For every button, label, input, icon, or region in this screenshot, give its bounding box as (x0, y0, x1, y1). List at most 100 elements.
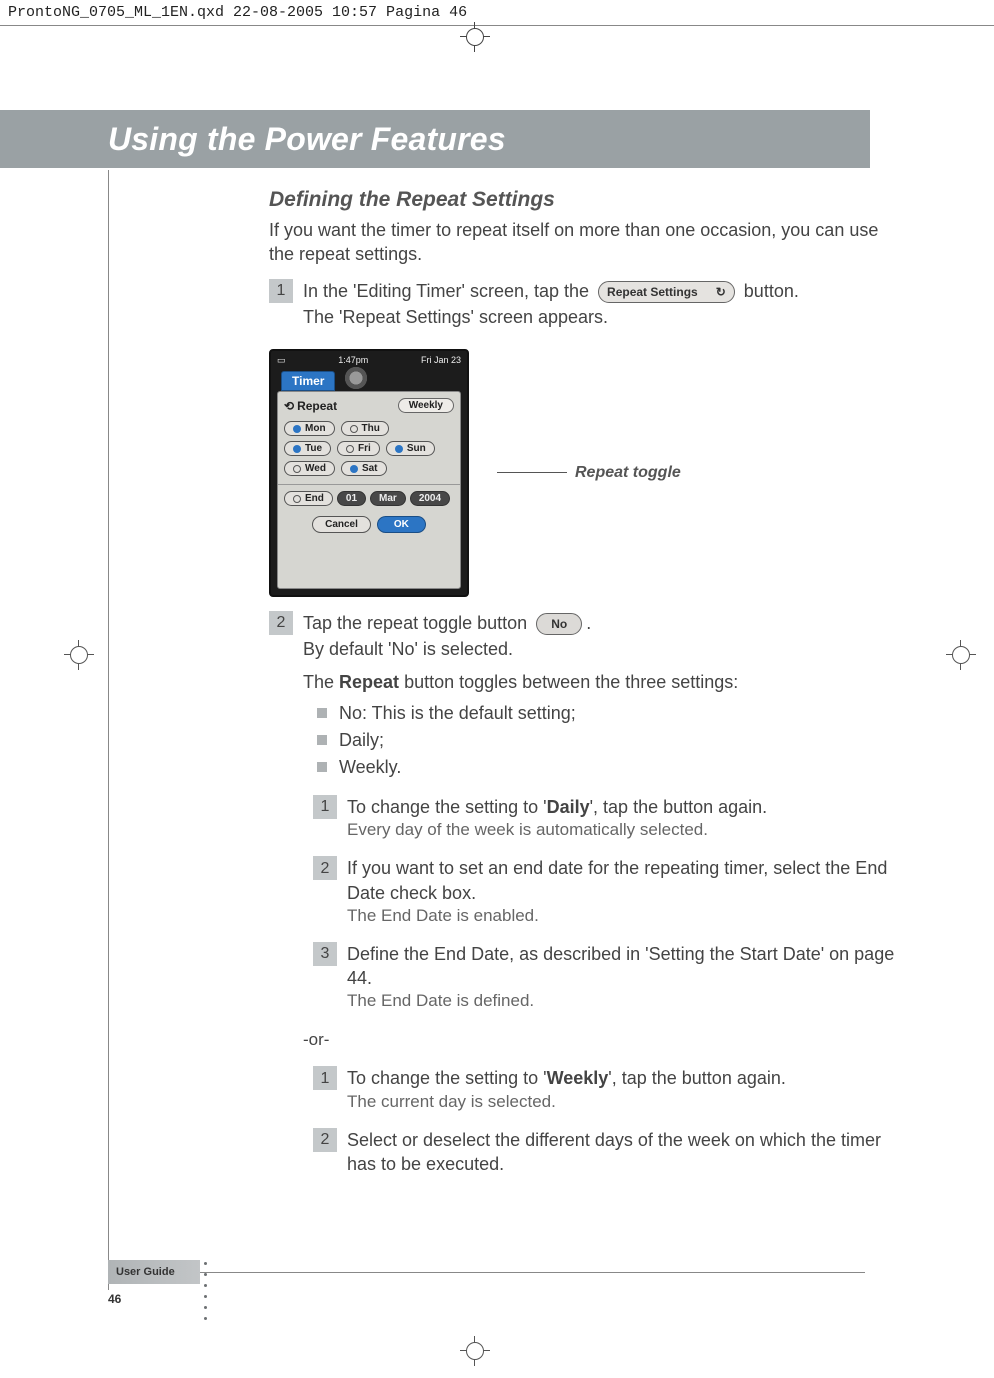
repeat-toggle-value: Weekly (398, 398, 454, 413)
dot-icon (204, 1284, 207, 1287)
end-day: 01 (337, 491, 366, 506)
footer-rule (200, 1272, 865, 1273)
device-buttons: Cancel OK (284, 516, 454, 533)
step-number: 1 (313, 795, 337, 819)
day-mon: Mon (284, 421, 335, 436)
radio-on-icon (293, 425, 301, 433)
daily-substeps: 1 To change the setting to 'Daily', tap … (313, 795, 904, 1013)
daily-step-2: 2 If you want to set an end date for the… (313, 856, 904, 928)
weekly-step-2: 2 Select or deselect the different days … (313, 1128, 904, 1177)
recycle-icon: ↻ (716, 284, 726, 300)
footer-tab: User Guide (108, 1260, 200, 1284)
daily-step-3: 3 Define the End Date, as described in '… (313, 942, 904, 1014)
day-thu: Thu (341, 421, 389, 436)
substep-sub: The current day is selected. (347, 1091, 786, 1114)
page-number: 46 (108, 1292, 121, 1306)
radio-off-icon (293, 465, 301, 473)
day-fri: Fri (337, 441, 380, 456)
footer-dots (204, 1262, 207, 1320)
substep-body: If you want to set an end date for the r… (347, 856, 904, 928)
status-date: Fri Jan 23 (421, 355, 461, 366)
day-wed: Wed (284, 461, 335, 476)
registration-circle-top (466, 28, 484, 46)
cancel-button-graphic: Cancel (312, 516, 371, 533)
step-number: 1 (313, 1066, 337, 1090)
substep-body: To change the setting to 'Daily', tap th… (347, 795, 767, 842)
radio-off-icon (346, 445, 354, 453)
file-header: ProntoNG_0705_ML_1EN.qxd 22-08-2005 10:5… (0, 0, 994, 26)
dot-icon (204, 1317, 207, 1320)
weekly-step-1: 1 To change the setting to 'Weekly', tap… (313, 1066, 904, 1113)
substep-body: To change the setting to 'Weekly', tap t… (347, 1066, 786, 1113)
banner-title: Using the Power Features (108, 121, 506, 158)
step-body: In the 'Editing Timer' screen, tap the R… (303, 279, 904, 330)
divider (278, 484, 460, 485)
gear-icon (343, 365, 369, 391)
end-month: Mar (370, 491, 406, 506)
dot-icon (204, 1306, 207, 1309)
dot-icon (204, 1273, 207, 1276)
daily-step-1: 1 To change the setting to 'Daily', tap … (313, 795, 904, 842)
step1-pre: In the 'Editing Timer' screen, tap the (303, 281, 594, 301)
bullet-item: Weekly. (317, 754, 904, 781)
step-number: 2 (269, 611, 293, 635)
repeat-label: Repeat (284, 399, 337, 413)
end-checkbox: End (284, 491, 333, 506)
repeat-settings-button-graphic: Repeat Settings ↻ (598, 281, 735, 303)
end-year: 2004 (410, 491, 450, 506)
substep-body: Define the End Date, as described in 'Se… (347, 942, 904, 1014)
registration-circle-bottom (466, 1342, 484, 1360)
ok-button-graphic: OK (377, 516, 426, 533)
repeat-row: Repeat Weekly (284, 398, 454, 413)
day-sat: Sat (341, 461, 387, 476)
intro-text: If you want the timer to repeat itself o… (269, 218, 904, 267)
step-2: 2 Tap the repeat toggle button No. By de… (269, 611, 904, 1176)
radio-off-icon (350, 425, 358, 433)
step1-post: button. (744, 281, 799, 301)
days-grid: Mon Thu Tue Fri Sun Wed Sat (284, 421, 454, 476)
device-statusbar: ▭ 1:47pm Fri Jan 23 (277, 355, 461, 366)
device-tab: Timer (281, 371, 335, 391)
dot-icon (204, 1295, 207, 1298)
radio-off-icon (293, 495, 301, 503)
content-area: Defining the Repeat Settings If you want… (108, 170, 904, 1290)
substep-sub: The End Date is defined. (347, 990, 904, 1013)
screenshot-row: ▭ 1:47pm Fri Jan 23 Timer Repeat Weekly … (269, 349, 904, 597)
step2-post: . (586, 613, 591, 633)
step-body: Tap the repeat toggle button No. By defa… (303, 611, 904, 1176)
or-separator: -or- (303, 1029, 904, 1052)
step-1: 1 In the 'Editing Timer' screen, tap the… (269, 279, 904, 330)
day-tue: Tue (284, 441, 331, 456)
no-toggle-graphic: No (536, 613, 582, 635)
substep-sub: The End Date is enabled. (347, 905, 904, 928)
registration-circle-left (70, 646, 88, 664)
step2-pre: Tap the repeat toggle button (303, 613, 532, 633)
registration-circle-right (952, 646, 970, 664)
day-sun: Sun (386, 441, 435, 456)
device-panel: Repeat Weekly Mon Thu Tue Fri Sun Wed Sa… (277, 391, 461, 589)
bullet-item: Daily; (317, 727, 904, 754)
step-number: 3 (313, 942, 337, 966)
substep-body: Select or deselect the different days of… (347, 1128, 904, 1177)
square-bullet-icon (317, 762, 327, 772)
section-banner: Using the Power Features (0, 110, 870, 168)
radio-on-icon (293, 445, 301, 453)
step-number: 2 (313, 856, 337, 880)
repeat-callout: Repeat toggle (497, 464, 681, 482)
status-battery-icon: ▭ (277, 355, 286, 366)
weekly-substeps: 1 To change the setting to 'Weekly', tap… (313, 1066, 904, 1176)
repeat-desc: The Repeat button toggles between the th… (303, 670, 904, 694)
step-number: 1 (269, 279, 293, 303)
step2-sub: By default 'No' is selected. (303, 637, 904, 661)
pill-label: Repeat Settings (607, 284, 698, 300)
subsection-title: Defining the Repeat Settings (269, 188, 904, 212)
bullet-item: No: This is the default setting; (317, 700, 904, 727)
step1-sub: The 'Repeat Settings' screen appears. (303, 305, 904, 329)
substep-sub: Every day of the week is automatically s… (347, 819, 767, 842)
end-date-row: End 01 Mar 2004 (284, 491, 454, 506)
device-screenshot: ▭ 1:47pm Fri Jan 23 Timer Repeat Weekly … (269, 349, 469, 597)
radio-on-icon (350, 465, 358, 473)
callout-line (497, 472, 567, 473)
radio-on-icon (395, 445, 403, 453)
bullets: No: This is the default setting; Daily; … (317, 700, 904, 781)
